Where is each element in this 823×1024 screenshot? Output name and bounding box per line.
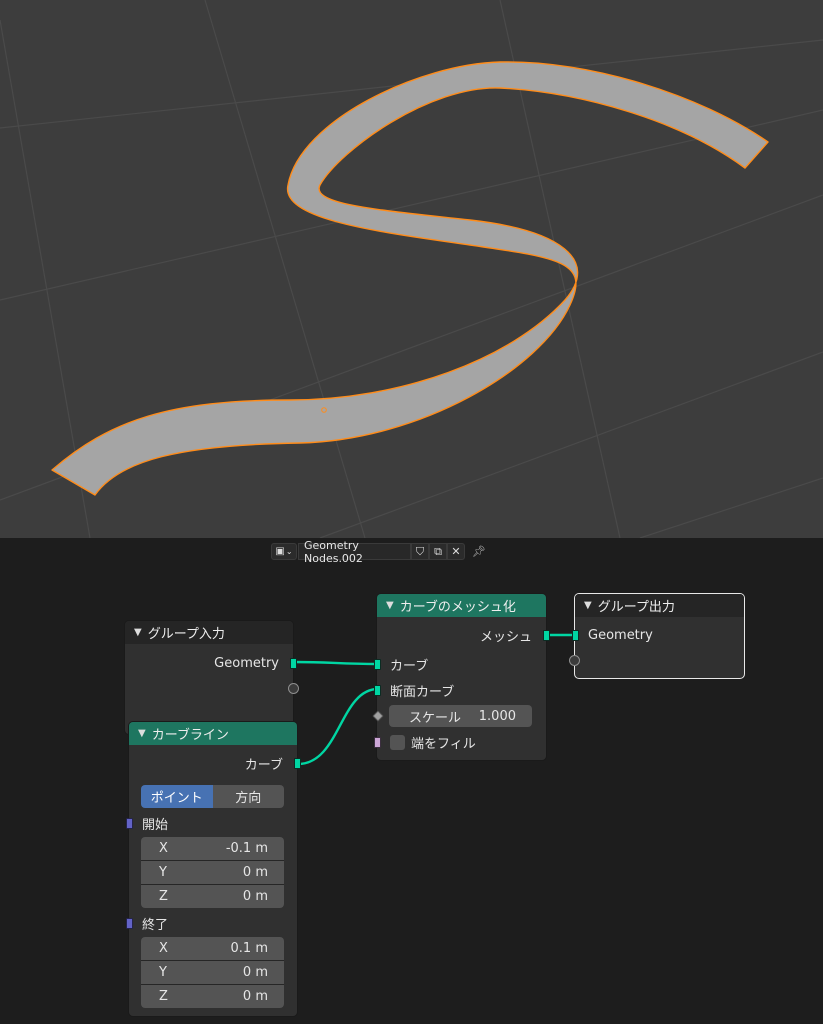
output-geometry: Geometry [125,653,293,673]
3d-viewport[interactable] [0,0,823,538]
link-curve-line-to-profile[interactable] [297,687,379,766]
profile-curve-input-socket[interactable] [374,685,381,696]
end-vector-field: X 0.1 m Y 0 m Z 0 m [141,937,284,1008]
axis-value: 0 m [242,965,268,980]
group-input-header[interactable]: ▼ グループ入力 [125,621,293,644]
socket-label: カーブ [390,658,429,674]
socket-label: 終了 [142,917,169,933]
axis-label: Y [159,865,167,880]
curve-output-socket[interactable] [294,758,301,769]
socket-label: 開始 [142,817,169,833]
fill-caps-row: 端をフィル [377,732,546,752]
socket-label: カーブ [244,757,283,773]
socket-label: Geometry [588,627,653,643]
mode-option-direction[interactable]: 方向 [212,785,284,808]
link-group-input-to-curve[interactable] [293,660,379,666]
curve-to-mesh-header[interactable]: ▼ カーブのメッシュ化 [377,594,546,617]
chevron-down-icon: ▼ [138,728,146,739]
mode-option-points[interactable]: ポイント [141,785,213,808]
node-title: カーブのメッシュ化 [399,600,516,615]
input-profile-curve: 断面カーブ [377,680,546,700]
start-vector-field: X -0.1 m Y 0 m Z 0 m [141,837,284,908]
curve-to-mesh-node[interactable]: ▼ カーブのメッシュ化 メッシュ カーブ 断面カーブ スケール 1.000 端を… [372,593,550,761]
axis-label: X [159,941,168,956]
end-y-field[interactable]: Y 0 m [141,961,284,984]
axis-value: 0 m [242,889,268,904]
input-geometry: Geometry [575,625,744,645]
axis-label: Z [159,889,168,904]
mesh-output-socket[interactable] [543,630,550,641]
input-end: 終了 [129,913,297,933]
chevron-down-icon: ▼ [134,627,142,638]
checkbox-label: 端をフィル [411,736,476,752]
socket-label: 断面カーブ [390,684,455,700]
field-value: 1.000 [478,708,516,724]
geometry-input-socket[interactable] [572,630,579,641]
socket-label: メッシュ [479,629,532,645]
empty-input-socket[interactable] [569,655,580,666]
chevron-down-icon: ▼ [584,600,592,611]
group-input-node[interactable]: ▼ グループ入力 Geometry [124,620,299,735]
axis-value: -0.1 m [225,841,268,856]
axis-label: Z [159,989,168,1004]
end-x-field[interactable]: X 0.1 m [141,937,284,960]
chevron-down-icon: ▼ [386,600,394,611]
end-z-field[interactable]: Z 0 m [141,985,284,1008]
axis-value: 0.1 m [230,941,268,956]
start-z-field[interactable]: Z 0 m [141,885,284,908]
mode-toggle: ポイント 方向 [141,785,284,808]
end-input-socket[interactable] [126,918,133,929]
scale-field[interactable]: スケール 1.000 [389,705,532,727]
start-x-field[interactable]: X -0.1 m [141,837,284,860]
curve-line-header[interactable]: ▼ カーブライン [129,722,297,745]
curve-mesh-object[interactable] [51,61,769,496]
axis-label: Y [159,965,167,980]
group-output-node[interactable]: ▼ グループ出力 Geometry [569,593,745,679]
start-y-field[interactable]: Y 0 m [141,861,284,884]
input-start: 開始 [129,813,297,833]
node-title: グループ入力 [147,627,225,642]
axis-value: 0 m [242,989,268,1004]
field-label: スケール [409,710,462,726]
empty-output-socket[interactable] [288,683,299,694]
socket-label: Geometry [214,655,279,671]
viewport-canvas [0,0,823,538]
output-curve: カーブ [129,753,297,773]
curve-line-node[interactable]: ▼ カーブライン カーブ ポイント 方向 開始 X -0.1 m Y 0 m Z 0 … [126,721,301,1017]
geometry-output-socket[interactable] [290,658,297,669]
axis-value: 0 m [242,865,268,880]
node-editor[interactable]: ▣ ⌄ Geometry Nodes.002 ⛉ ⧉ ✕ 📌︎ ▼ グループ入力 [0,538,823,1024]
fill-caps-checkbox[interactable] [390,734,405,750]
input-curve: カーブ [377,654,546,674]
output-mesh: メッシュ [377,625,546,645]
axis-label: X [159,841,168,856]
curve-input-socket[interactable] [374,659,381,670]
node-title: カーブライン [151,728,229,743]
start-input-socket[interactable] [126,818,133,829]
node-title: グループ出力 [597,600,675,615]
group-output-header[interactable]: ▼ グループ出力 [575,594,744,617]
